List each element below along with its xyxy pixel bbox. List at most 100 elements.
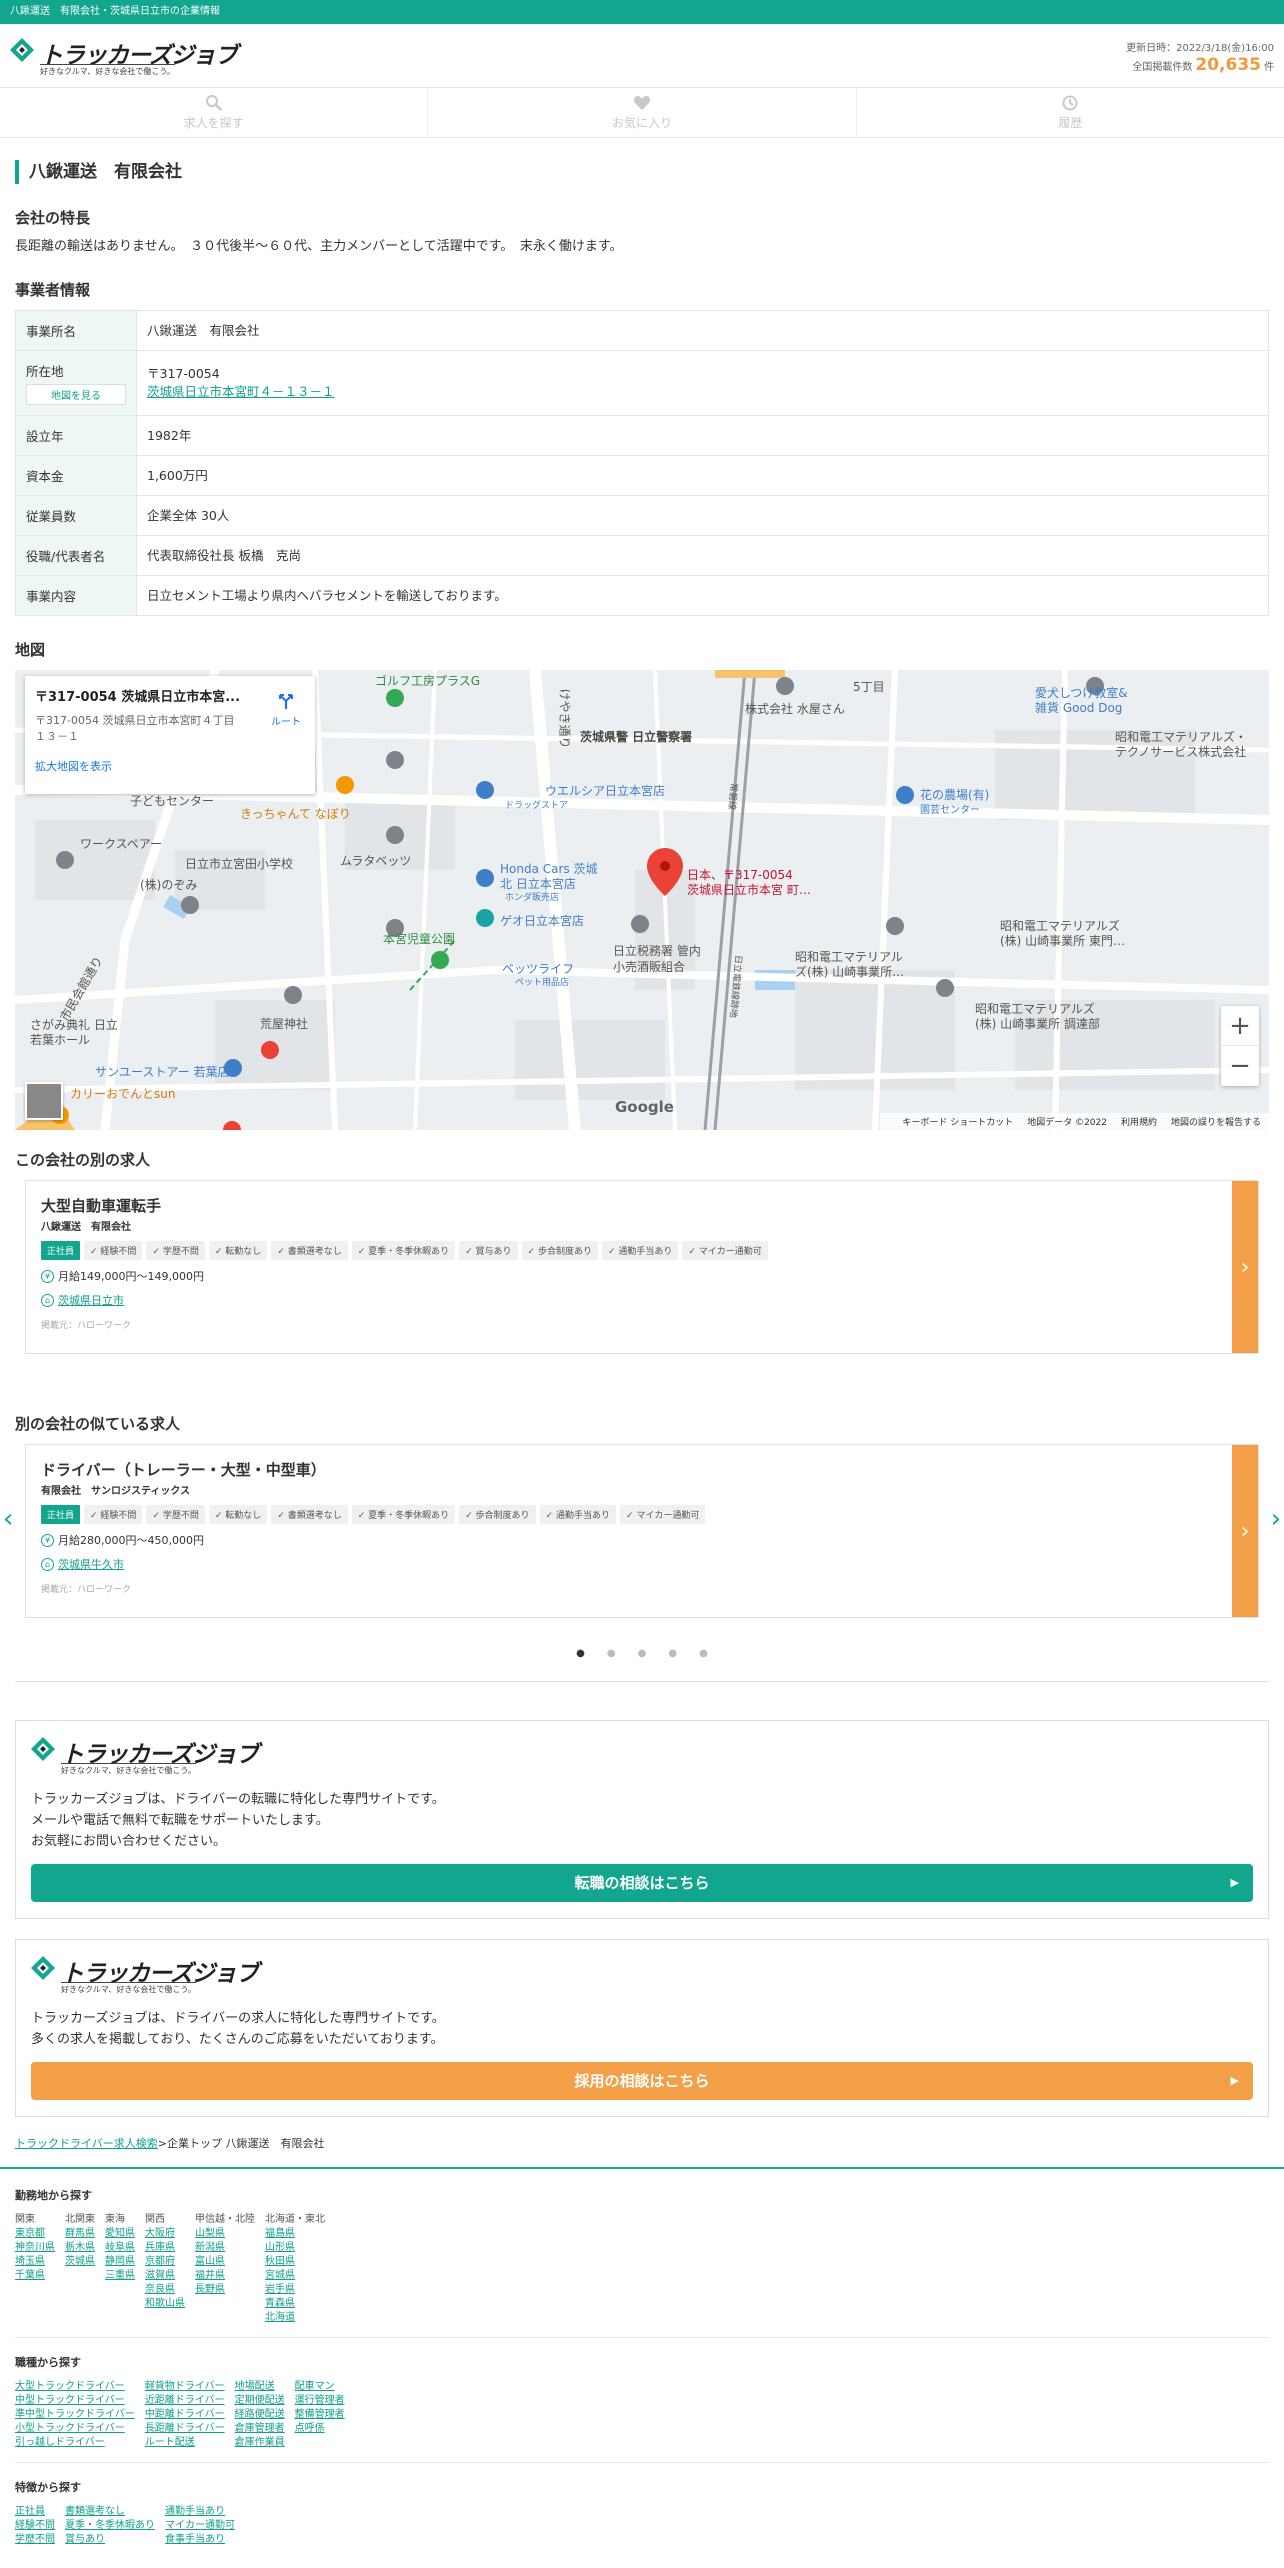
- footer-area-grid: 関東 東京都 神奈川県 埼玉県 千葉県 北関東 群馬県 栃木県 茨城県 東海 愛知県 岐阜県 静岡県 三重…: [15, 2213, 1269, 2325]
- nav-history[interactable]: 履歴: [857, 88, 1284, 137]
- table-row: 設立年 1982年: [15, 415, 1269, 456]
- footer-link[interactable]: 引っ越しドライバー: [15, 2436, 135, 2450]
- job-card[interactable]: 大型自動車運転手 八鍬運送 有限会社 正社員 ✓ 経験不問 ✓ 学歴不問 ✓ 転…: [25, 1180, 1259, 1354]
- row-value: 代表取締役社長 板橋 克尚: [136, 535, 1269, 576]
- site-logo[interactable]: トラッカーズジョブ 好きなクルマ、好きな会社で働こう。: [10, 36, 238, 78]
- footer-link[interactable]: 定期便配送: [235, 2394, 285, 2408]
- footer-link[interactable]: 小型トラックドライバー: [15, 2422, 135, 2436]
- footer-link[interactable]: 点呼係: [295, 2422, 345, 2436]
- footer-link[interactable]: 茨城県: [65, 2255, 95, 2269]
- carousel-prev-icon[interactable]: ‹: [3, 1504, 13, 1534]
- footer-link[interactable]: 静岡県: [105, 2255, 135, 2269]
- map-footer-item[interactable]: 利用規約: [1121, 1118, 1157, 1128]
- map-footer-item[interactable]: 地図の誤りを報告する: [1171, 1118, 1261, 1128]
- job-card[interactable]: ドライバー（トレーラー・大型・中型車） 有限会社 サンロジスティックス 正社員 …: [25, 1444, 1259, 1618]
- directions-button[interactable]: ルート: [271, 690, 301, 728]
- footer-link[interactable]: 配車マン: [295, 2380, 345, 2394]
- footer-link[interactable]: 富山県: [195, 2255, 255, 2269]
- footer-link[interactable]: 神奈川県: [15, 2241, 55, 2255]
- footer-link[interactable]: 軽貨物ドライバー: [145, 2380, 225, 2394]
- chevron-right-icon[interactable]: ›: [1232, 1181, 1258, 1353]
- nav-search[interactable]: 求人を探す: [0, 88, 429, 137]
- footer-link[interactable]: 福島県: [265, 2227, 325, 2241]
- job-company: 有限会社 サンロジスティックス: [41, 1486, 191, 1497]
- footer-link[interactable]: 岐阜県: [105, 2241, 135, 2255]
- total-label: 全国掲載件数: [1132, 62, 1193, 73]
- footer-link[interactable]: 岩手県: [265, 2283, 325, 2297]
- footer-link[interactable]: 通勤手当あり: [165, 2505, 235, 2519]
- footer-link[interactable]: 福井県: [195, 2269, 255, 2283]
- larger-map-link[interactable]: 拡大地図を表示: [35, 758, 112, 774]
- footer-link[interactable]: 北海道: [265, 2311, 325, 2325]
- carousel-dot[interactable]: ●: [638, 1648, 647, 1659]
- footer-link[interactable]: 近距離ドライバー: [145, 2394, 225, 2408]
- footer-link[interactable]: 賞与あり: [65, 2533, 155, 2547]
- footer-link[interactable]: 整備管理者: [295, 2408, 345, 2422]
- footer-link[interactable]: 山形県: [265, 2241, 325, 2255]
- satellite-toggle[interactable]: [25, 1082, 63, 1120]
- footer-link[interactable]: ルート配送: [145, 2436, 225, 2450]
- career-consult-button[interactable]: 転職の相談はこちら ▶: [31, 1864, 1253, 1902]
- nav-favorites[interactable]: お気に入り: [428, 88, 857, 137]
- footer-link[interactable]: 食事手当あり: [165, 2533, 235, 2547]
- footer-link[interactable]: 準中型トラックドライバー: [15, 2408, 135, 2422]
- footer-link[interactable]: 千葉県: [15, 2269, 55, 2283]
- footer-link[interactable]: 大阪府: [145, 2227, 185, 2241]
- footer-link[interactable]: 中型トラックドライバー: [15, 2394, 135, 2408]
- carousel-dot[interactable]: ●: [699, 1648, 708, 1659]
- carousel-dot[interactable]: ●: [668, 1648, 677, 1659]
- site-footer: 勤務地から探す 関東 東京都 神奈川県 埼玉県 千葉県 北関東 群馬県 栃木県 茨城県 東海 愛知県…: [0, 2167, 1284, 2559]
- footer-link[interactable]: 宮城県: [265, 2269, 325, 2283]
- footer-link[interactable]: 愛知県: [105, 2227, 135, 2241]
- footer-link[interactable]: マイカー通勤可: [165, 2519, 235, 2533]
- job-tag: 正社員: [41, 1505, 81, 1524]
- zoom-out-button[interactable]: −: [1221, 1046, 1259, 1086]
- footer-link[interactable]: 山梨県: [195, 2227, 255, 2241]
- footer-link[interactable]: 正社員: [15, 2505, 55, 2519]
- footer-link[interactable]: 新潟県: [195, 2241, 255, 2255]
- footer-link[interactable]: 群馬県: [65, 2227, 95, 2241]
- triangle-right-icon: ▶: [1230, 1876, 1239, 1889]
- zoom-in-button[interactable]: +: [1221, 1006, 1259, 1046]
- footer-link[interactable]: 大型トラックドライバー: [15, 2380, 135, 2394]
- footer-link[interactable]: 秋田県: [265, 2255, 325, 2269]
- footer-link[interactable]: 書類選考なし: [65, 2505, 155, 2519]
- footer-link[interactable]: 地場配送: [235, 2380, 285, 2394]
- carousel-dot[interactable]: ●: [607, 1648, 616, 1659]
- footer-link[interactable]: 長野県: [195, 2283, 255, 2297]
- footer-link[interactable]: 奈良県: [145, 2283, 185, 2297]
- footer-link[interactable]: 和歌山県: [145, 2297, 185, 2311]
- footer-link[interactable]: 京都府: [145, 2255, 185, 2269]
- footer-link[interactable]: 学歴不問: [15, 2533, 55, 2547]
- footer-link[interactable]: 倉庫作業員: [235, 2436, 285, 2450]
- embedded-map[interactable]: ゴルフ工房プラスG 茨城県警 日立警察署 ウエルシア日立本宮店 ドラッグストア …: [15, 670, 1269, 1130]
- footer-link[interactable]: 中距離ドライバー: [145, 2408, 225, 2422]
- map-footer-item[interactable]: キーボード ショートカット: [902, 1118, 1013, 1128]
- chevron-right-icon[interactable]: ›: [1232, 1445, 1258, 1617]
- footer-link[interactable]: 兵庫県: [145, 2241, 185, 2255]
- footer-link[interactable]: 経験不問: [15, 2519, 55, 2533]
- footer-link[interactable]: 三重県: [105, 2269, 135, 2283]
- header-stats: 更新日時：2022/3/18(金)16:00 全国掲載件数 20,635 件: [1126, 40, 1274, 76]
- footer-link[interactable]: 青森県: [265, 2297, 325, 2311]
- footer-column: 関西 大阪府 兵庫県 京都府 滋賀県 奈良県 和歌山県: [145, 2213, 185, 2325]
- footer-link[interactable]: 東京都: [15, 2227, 55, 2241]
- carousel-dot[interactable]: ●: [576, 1648, 585, 1659]
- footer-link[interactable]: 長距離ドライバー: [145, 2422, 225, 2436]
- footer-link[interactable]: 滋賀県: [145, 2269, 185, 2283]
- breadcrumb-home-link[interactable]: トラックドライバー求人検索: [15, 2137, 158, 2150]
- address-link[interactable]: 茨城県日立市本宮町４－１３－１: [147, 383, 1258, 401]
- footer-link[interactable]: 栃木県: [65, 2241, 95, 2255]
- triangle-right-icon: ▶: [1230, 2074, 1239, 2087]
- footer-link[interactable]: 埼玉県: [15, 2255, 55, 2269]
- footer-link[interactable]: 運行管理者: [295, 2394, 345, 2408]
- map-label: サンユーストアー 若葉店: [95, 1065, 230, 1079]
- row-label: 資本金: [15, 455, 137, 496]
- footer-link[interactable]: 経路便配送: [235, 2408, 285, 2422]
- view-map-button[interactable]: 地図を見る: [26, 384, 126, 405]
- hiring-consult-button[interactable]: 採用の相談はこちら ▶: [31, 2062, 1253, 2100]
- footer-link[interactable]: 夏季・冬季休暇あり: [65, 2519, 155, 2533]
- footer-link[interactable]: 倉庫管理者: [235, 2422, 285, 2436]
- carousel-next-icon[interactable]: ›: [1271, 1504, 1281, 1534]
- job-tag: ✓ 転勤なし: [208, 1241, 268, 1260]
